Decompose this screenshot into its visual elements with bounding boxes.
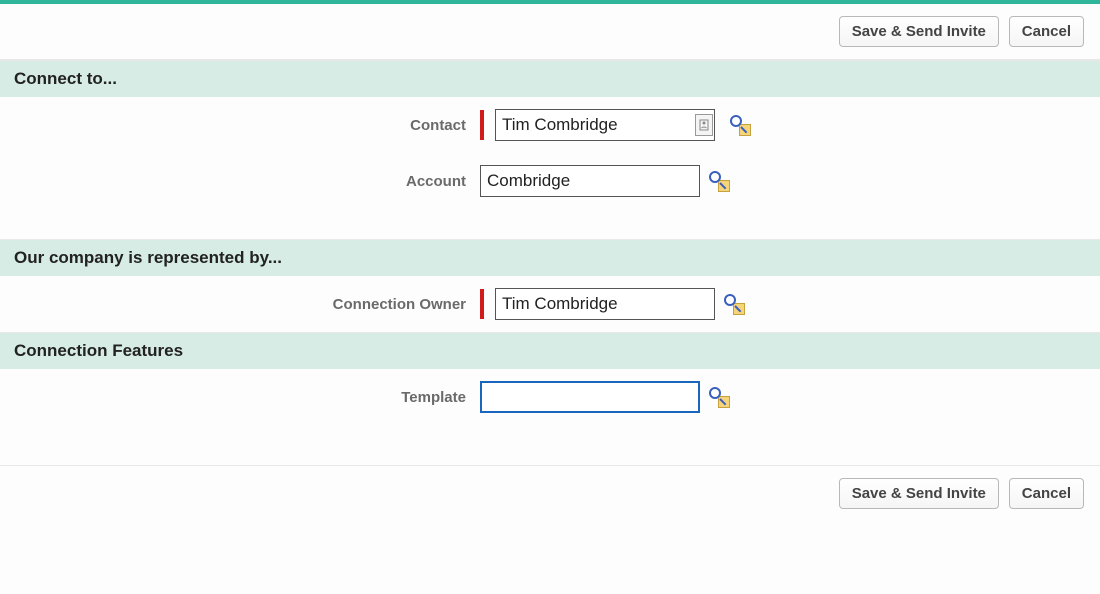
field-row-connection-owner: Connection Owner [0, 276, 1100, 332]
account-input[interactable] [480, 165, 700, 197]
bottom-button-bar: Save & Send Invite Cancel [0, 465, 1100, 521]
field-row-contact: Contact [0, 97, 1100, 153]
lookup-icon[interactable] [729, 114, 751, 136]
lookup-icon[interactable] [723, 293, 745, 315]
lookup-icon[interactable] [708, 170, 730, 192]
required-indicator [480, 110, 484, 140]
save-send-invite-button[interactable]: Save & Send Invite [839, 478, 999, 509]
contact-label: Contact [0, 117, 480, 134]
required-indicator [480, 289, 484, 319]
top-button-bar: Save & Send Invite Cancel [0, 4, 1100, 60]
field-row-template: Template [0, 369, 1100, 425]
template-input[interactable] [480, 381, 700, 413]
section-header-connect-to: Connect to... [0, 60, 1100, 97]
connection-owner-label: Connection Owner [0, 296, 480, 313]
template-label: Template [0, 389, 480, 406]
section-header-connection-features: Connection Features [0, 332, 1100, 369]
cancel-button[interactable]: Cancel [1009, 478, 1084, 509]
contact-card-icon[interactable] [695, 114, 713, 136]
save-send-invite-button[interactable]: Save & Send Invite [839, 16, 999, 47]
field-row-account: Account [0, 153, 1100, 209]
cancel-button[interactable]: Cancel [1009, 16, 1084, 47]
lookup-icon[interactable] [708, 386, 730, 408]
section-header-represented-by: Our company is represented by... [0, 239, 1100, 276]
connection-owner-input[interactable] [495, 288, 715, 320]
contact-input[interactable] [495, 109, 715, 141]
account-label: Account [0, 173, 480, 190]
